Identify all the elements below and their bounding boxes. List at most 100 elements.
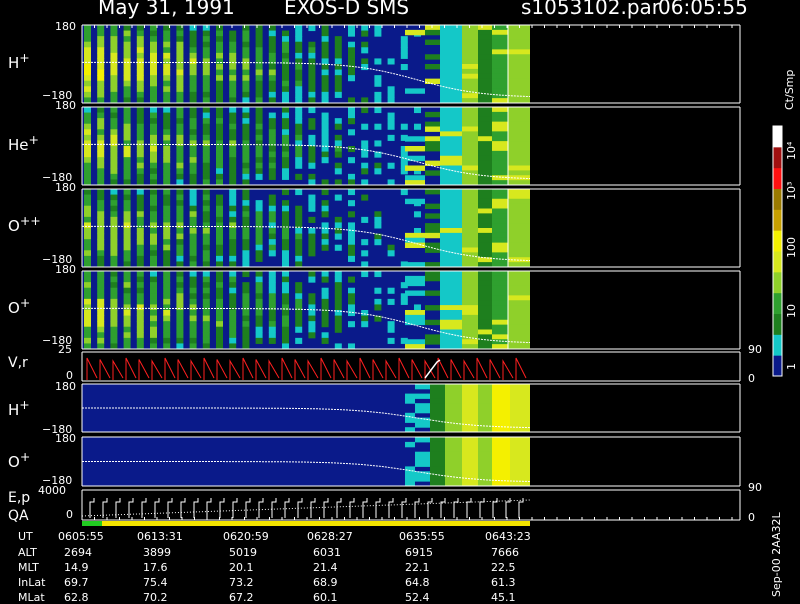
he-plus-panel-stripe-cell	[123, 168, 131, 175]
he-plus-panel-band-cell	[462, 116, 478, 123]
he-plus-panel-stripe-cell	[255, 107, 263, 114]
lower-o-plus-panel-band-cell	[492, 456, 510, 462]
he-plus-panel-stripe-cell	[229, 173, 237, 180]
he-plus-panel-band-cell	[425, 111, 440, 118]
o-plus-panel-band-cell	[462, 271, 478, 277]
o-plus-panel-stripe-cell	[123, 321, 131, 328]
o-plus-panel-stripe-cell	[282, 293, 289, 300]
he-plus-panel-stripe-cell	[255, 123, 263, 130]
o-plus-panel-band-cell	[492, 314, 508, 321]
he-plus-panel-stripe-cell	[136, 123, 144, 130]
h-plus-panel-stripe-cell	[282, 30, 289, 37]
he-plus-panel-band-cell	[492, 116, 508, 123]
o-plus-panel-band-cell	[462, 275, 478, 282]
o-plus-panel-stripe-cell	[268, 326, 276, 333]
o-plusplus-panel-stripe-cell	[374, 211, 382, 218]
o-plus-panel-stripe-cell	[282, 298, 289, 305]
he-plus-panel-band-cell	[462, 136, 478, 142]
o-plusplus-panel-stripe-cell	[189, 250, 197, 257]
he-plus-panel-stripe-cell	[84, 129, 91, 136]
o-plusplus-panel-stripe-cell	[189, 239, 197, 246]
o-plus-panel-stripe-cell	[136, 293, 144, 300]
he-plus-panel-stripe-cell	[84, 140, 91, 147]
o-plusplus-panel-band-cell	[462, 189, 478, 195]
he-plus-panel-band-cell	[492, 136, 508, 142]
he-plus-panel-stripe-cell	[189, 112, 197, 119]
h-plus-panel-stripe-cell	[176, 58, 184, 65]
o-plus-panel-band-cell	[492, 310, 508, 316]
o-plus-panel-stripe-cell	[334, 321, 342, 328]
o-plusplus-panel-stripe-cell	[123, 222, 131, 229]
lower-o-plus-panel-band-cell	[492, 446, 510, 453]
o-plusplus-panel-stripe-cell	[84, 255, 91, 262]
h-plus-panel-stripe-cell	[229, 75, 237, 82]
o-plus-panel-stripe-cell	[255, 337, 263, 344]
o-plus-panel-stripe-cell	[321, 332, 329, 339]
o-plus-panel-stripe-cell	[229, 276, 237, 283]
o-plusplus-panel-stripe-cell	[282, 250, 289, 257]
he-plus-panel-stripe-cell	[216, 151, 223, 158]
o-plusplus-panel-stripe-cell	[321, 205, 329, 212]
o-plus-panel-stripe-cell	[216, 293, 223, 300]
he-plus-panel-stripe-cell	[216, 157, 223, 164]
h-plus-panel-stripe-cell	[136, 25, 144, 32]
he-plus-panel-stripe-cell	[150, 162, 157, 169]
o-plus-panel-stripe-cell	[202, 315, 210, 322]
he-plus-panel-stripe-cell	[334, 151, 342, 158]
he-plus-panel-band-cell	[440, 131, 462, 137]
he-plus-panel-band-cell	[508, 165, 530, 171]
o-plus-panel-stripe-cell	[163, 332, 171, 339]
qa-green-bar	[82, 521, 102, 526]
he-plus-panel-stripe-cell	[348, 129, 355, 136]
he-plus-panel-stripe-cell	[282, 134, 289, 141]
he-plus-panel-stripe-cell	[229, 151, 237, 158]
h-plus-panel-stripe-cell	[321, 41, 329, 48]
he-plus-panel-band-cell	[462, 146, 478, 152]
lower-o-plus-panel-band-cell	[445, 466, 462, 472]
h-plus-panel-stripe-cell	[374, 58, 382, 65]
he-plus-panel-stripe-cell	[136, 129, 144, 136]
lower-o-plus-panel-band-cell	[492, 466, 510, 472]
lower-h-plus-panel-band-cell	[478, 388, 492, 395]
o-plus-panel-stripe-cell	[163, 287, 171, 294]
o-plus-panel-stripe-cell	[84, 293, 91, 300]
o-plus-panel-stripe-cell	[216, 321, 223, 328]
o-plusplus-panel-band-cell	[492, 252, 508, 258]
lower-h-plus-panel-band-cell	[510, 393, 530, 399]
he-plus-panel-band-cell	[478, 150, 492, 157]
h-plus-panel-stripe-cell	[176, 52, 184, 59]
he-plus-panel-stripe-cell	[97, 112, 105, 119]
panel-label-o-plusplus: O++	[8, 213, 41, 235]
he-plus-panel-stripe-cell	[189, 151, 197, 158]
he-plus-panel-stripe-cell	[321, 112, 329, 119]
h-plus-panel-stripe-cell	[321, 69, 329, 76]
o-plusplus-panel-band-cell	[478, 237, 492, 244]
h-plus-panel-stripe-cell	[268, 91, 276, 98]
he-plus-panel-stripe-cell	[282, 118, 289, 125]
o-plusplus-panel-stripe-cell	[348, 211, 355, 218]
o-plus-panel-stripe-cell	[268, 282, 276, 289]
o-plus-panel-stripe-cell	[229, 298, 237, 305]
he-plus-panel-stripe-cell	[189, 146, 197, 153]
o-plus-panel-stripe-cell	[189, 287, 197, 294]
h-plus-panel-stripe-cell	[295, 80, 303, 87]
he-plus-panel-stripe-cell	[136, 107, 144, 114]
he-plus-panel-band-cell	[462, 126, 478, 132]
h-plus-panel-stripe-cell	[176, 75, 184, 82]
o-plusplus-panel-stripe-cell	[348, 228, 355, 235]
h-plus-panel-stripe-cell	[136, 36, 144, 43]
h-plus-panel-stripe-cell	[189, 64, 197, 71]
h-plus-panel-band-cell	[478, 29, 492, 36]
he-plus-panel-stripe-cell	[361, 151, 369, 158]
lower-h-plus-panel-band-cell	[462, 388, 478, 395]
lower-h-plus-panel-band-cell	[445, 408, 462, 414]
he-plus-panel-stripe-cell	[268, 157, 276, 164]
o-plusplus-panel-band-cell	[440, 252, 462, 258]
colorbar-segment	[773, 146, 782, 169]
he-plus-panel-stripe-cell	[163, 107, 171, 114]
o-plus-panel-stripe-cell	[176, 304, 184, 311]
o-plus-panel-stripe-cell	[321, 298, 329, 305]
he-plus-panel-stripe-cell	[255, 168, 263, 175]
he-plus-panel-stripe-cell	[176, 162, 184, 169]
footer-row-label: MLat	[18, 591, 45, 604]
